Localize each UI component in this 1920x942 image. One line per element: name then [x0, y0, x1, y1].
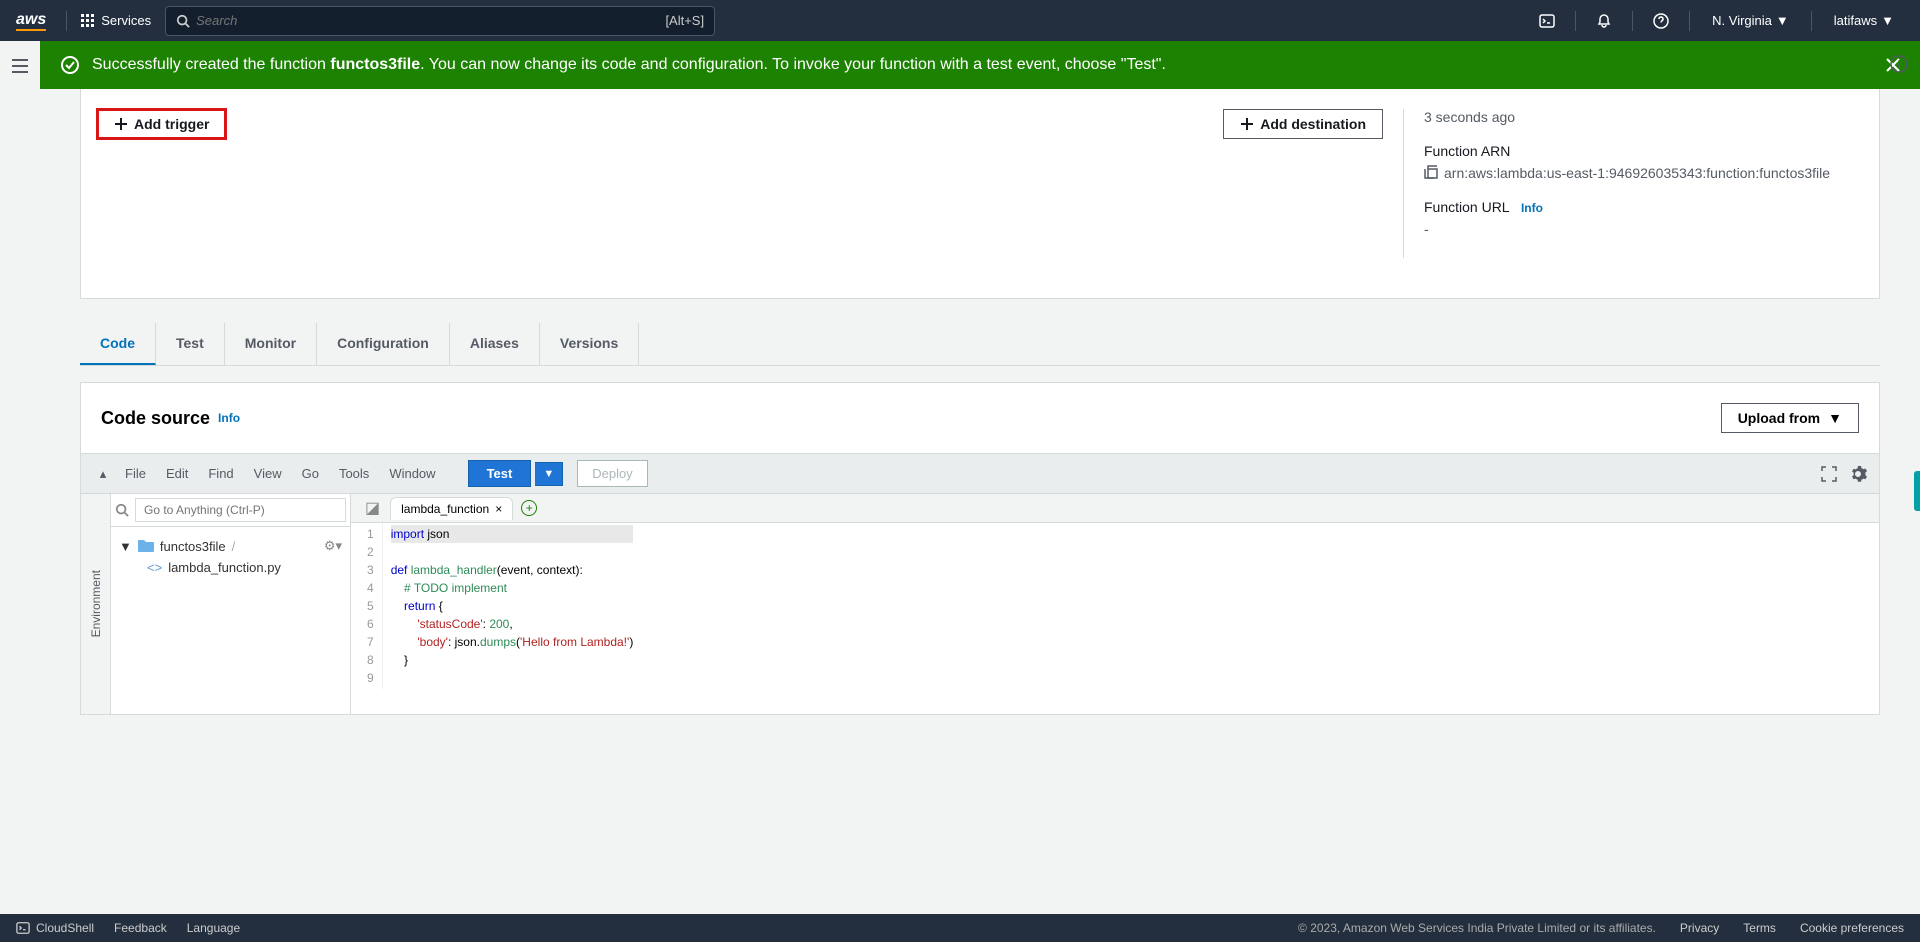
- search-icon[interactable]: [115, 503, 129, 517]
- menu-view[interactable]: View: [246, 462, 290, 485]
- function-url-value: -: [1424, 221, 1863, 237]
- cloudshell-link[interactable]: CloudShell: [16, 921, 94, 935]
- plus-icon: [1240, 117, 1254, 131]
- python-file-icon: <>: [147, 560, 162, 575]
- fullscreen-icon[interactable]: [1821, 466, 1837, 482]
- tab-aliases[interactable]: Aliases: [450, 323, 540, 365]
- environment-tab[interactable]: Environment: [81, 494, 111, 714]
- line-gutter: 123456789: [351, 523, 383, 689]
- notification-text: Successfully created the function functo…: [92, 56, 1166, 74]
- search-shortcut: [Alt+S]: [665, 13, 704, 28]
- add-trigger-button[interactable]: Add trigger: [97, 109, 226, 139]
- divider: [1575, 11, 1576, 31]
- tab-versions[interactable]: Versions: [540, 323, 639, 365]
- editor-tab[interactable]: lambda_function ×: [390, 497, 513, 520]
- cloudshell-icon[interactable]: [1531, 5, 1563, 37]
- arn-label: Function ARN: [1424, 143, 1863, 159]
- menu-edit[interactable]: Edit: [158, 462, 196, 485]
- tab-test[interactable]: Test: [156, 323, 225, 365]
- caret-down-icon: ▼: [1776, 13, 1789, 28]
- gear-icon[interactable]: [1849, 465, 1867, 483]
- search-input[interactable]: [196, 13, 665, 28]
- last-modified-value: 3 seconds ago: [1424, 109, 1863, 125]
- function-details-panel: 3 seconds ago Function ARN arn:aws:lambd…: [1403, 109, 1863, 258]
- success-check-icon: [60, 55, 80, 75]
- hamburger-menu[interactable]: [12, 59, 28, 73]
- tree-folder[interactable]: ▼ functos3file / ⚙▾: [119, 535, 342, 557]
- tab-configuration[interactable]: Configuration: [317, 323, 450, 365]
- search-icon: [176, 14, 190, 28]
- services-label: Services: [101, 13, 151, 28]
- divider: [1811, 11, 1812, 31]
- file-explorer: ▼ functos3file / ⚙▾ <> lambda_function.p…: [111, 494, 351, 714]
- account-menu[interactable]: latifaws ▼: [1824, 7, 1904, 34]
- notifications-icon[interactable]: [1588, 5, 1620, 37]
- ide-test-dropdown[interactable]: ▼: [535, 462, 563, 486]
- left-rail: [0, 41, 40, 91]
- help-icon[interactable]: [1645, 5, 1677, 37]
- function-overview: Add trigger Add destination 3 seconds ag…: [80, 89, 1880, 299]
- ide-toolbar: ▴ File Edit Find View Go Tools Window Te…: [81, 453, 1879, 494]
- feedback-tab[interactable]: [1914, 471, 1920, 511]
- ide-deploy-button[interactable]: Deploy: [577, 460, 647, 487]
- folder-icon: [138, 540, 154, 552]
- tree-file[interactable]: <> lambda_function.py: [119, 557, 342, 578]
- code-source-panel: Code source Info Upload from ▼ ▴ File Ed…: [80, 382, 1880, 715]
- region-selector[interactable]: N. Virginia ▼: [1702, 7, 1799, 34]
- chevron-down-icon: ▼: [119, 539, 132, 554]
- cookie-preferences-link[interactable]: Cookie preferences: [1800, 921, 1904, 935]
- terms-link[interactable]: Terms: [1743, 921, 1776, 935]
- menu-go[interactable]: Go: [294, 462, 327, 485]
- top-nav: aws Services [Alt+S] N. Virginia ▼: [0, 0, 1920, 41]
- main-content: Add trigger Add destination 3 seconds ag…: [40, 89, 1920, 909]
- caret-down-icon: ▼: [1828, 410, 1842, 426]
- goto-anything-input[interactable]: [135, 498, 346, 522]
- search-box[interactable]: [Alt+S]: [165, 6, 715, 36]
- arn-value: arn:aws:lambda:us-east-1:946926035343:fu…: [1424, 165, 1863, 181]
- menu-tools[interactable]: Tools: [331, 462, 377, 485]
- services-menu[interactable]: Services: [75, 7, 157, 34]
- upload-from-button[interactable]: Upload from ▼: [1721, 403, 1859, 433]
- copyright-text: © 2023, Amazon Web Services India Privat…: [1298, 921, 1656, 935]
- footer: CloudShell Feedback Language © 2023, Ama…: [0, 914, 1920, 942]
- feedback-link[interactable]: Feedback: [114, 921, 167, 935]
- info-link[interactable]: Info: [218, 411, 240, 425]
- add-destination-button[interactable]: Add destination: [1223, 109, 1383, 139]
- caret-down-icon: ▼: [1881, 13, 1894, 28]
- grid-icon: [81, 14, 95, 28]
- close-tab-icon[interactable]: ×: [495, 502, 502, 516]
- add-tab-button[interactable]: +: [521, 500, 537, 516]
- privacy-link[interactable]: Privacy: [1680, 921, 1719, 935]
- divider: [1632, 11, 1633, 31]
- language-link[interactable]: Language: [187, 921, 240, 935]
- code-source-title: Code source Info: [101, 408, 240, 429]
- divider: [66, 11, 67, 31]
- info-link[interactable]: Info: [1521, 201, 1543, 215]
- reveal-in-tree-icon[interactable]: ◪: [359, 496, 386, 520]
- tab-monitor[interactable]: Monitor: [225, 323, 317, 365]
- function-tabs: Code Test Monitor Configuration Aliases …: [80, 323, 1880, 366]
- menu-window[interactable]: Window: [381, 462, 443, 485]
- copy-icon[interactable]: [1424, 165, 1438, 179]
- plus-icon: [114, 117, 128, 131]
- divider: [1689, 11, 1690, 31]
- ide-body: Environment ▼ functos3file / ⚙▾: [81, 494, 1879, 714]
- code-editor[interactable]: 123456789 import json def lambda_handler…: [351, 523, 1879, 689]
- gear-icon[interactable]: ⚙▾: [324, 538, 342, 554]
- tab-code[interactable]: Code: [80, 323, 156, 365]
- menu-find[interactable]: Find: [200, 462, 241, 485]
- ide-test-button[interactable]: Test: [468, 460, 532, 487]
- menu-file[interactable]: File: [117, 462, 154, 485]
- collapse-sidebar-icon[interactable]: ▴: [93, 466, 113, 482]
- success-notification: Successfully created the function functo…: [40, 41, 1920, 89]
- function-url-label: Function URL Info: [1424, 199, 1863, 215]
- code-content[interactable]: import json def lambda_handler(event, co…: [383, 523, 642, 689]
- aws-logo[interactable]: aws: [16, 11, 46, 31]
- editor-area: ◪ lambda_function × + 123456789 import j…: [351, 494, 1879, 714]
- info-circle-icon[interactable]: [1890, 55, 1908, 73]
